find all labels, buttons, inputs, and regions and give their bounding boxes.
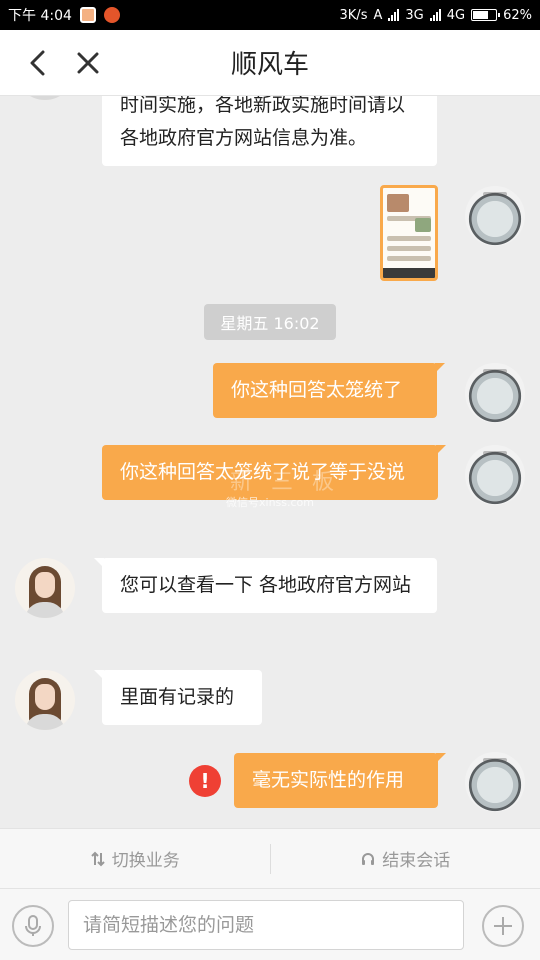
- status-bar: 下午 4:04 3K/s A 3G 4G 62%: [0, 0, 540, 30]
- message-text: 你这种回答太笼统了: [231, 379, 403, 401]
- battery-level: 62%: [503, 7, 532, 23]
- message-bubble: 你这种回答太笼统了: [213, 363, 445, 418]
- message-text: 毫无实际性的作用: [252, 769, 405, 791]
- signal-icon: [429, 9, 441, 21]
- message-bubble: 里面有记录的: [94, 670, 262, 725]
- chat-area[interactable]: 时间实施，各地新政实施时间请以各地政府官方网站信息为准。 星期五 16:02 你…: [0, 96, 540, 828]
- plus-icon: [494, 917, 512, 935]
- app-notification-icon: [79, 7, 96, 23]
- headset-icon: [362, 852, 375, 865]
- avatar: [465, 445, 525, 505]
- avatar: [15, 96, 75, 100]
- battery-icon: [471, 9, 501, 21]
- header: 顺风车: [0, 30, 540, 96]
- voice-button[interactable]: [12, 905, 54, 947]
- avatar: [465, 186, 525, 246]
- action-bar: 切换业务 结束会话: [0, 828, 540, 888]
- message-bubble: 毫无实际性的作用: [234, 753, 446, 808]
- network-3g: 3G: [405, 7, 424, 23]
- end-session-button[interactable]: 结束会话: [271, 846, 540, 871]
- message-text: 里面有记录的: [120, 686, 235, 708]
- message-bubble: 时间实施，各地新政实施时间请以各地政府官方网站信息为准。: [102, 96, 437, 166]
- network-speed: 3K/s: [339, 7, 368, 23]
- microphone-icon: [25, 915, 41, 936]
- switch-service-label: 切换业务: [111, 851, 180, 871]
- message-bubble: 您可以查看一下 各地政府官方网站: [94, 558, 437, 613]
- avatar: [15, 558, 75, 618]
- switch-service-button[interactable]: 切换业务: [0, 846, 270, 871]
- status-time: 下午 4:04: [8, 8, 72, 24]
- message-text: 您可以查看一下 各地政府官方网站: [120, 574, 412, 596]
- end-session-label: 结束会话: [382, 851, 451, 871]
- avatar: [465, 752, 525, 812]
- page-title: 顺风车: [230, 50, 309, 80]
- message-text: 时间实施，各地新政实施时间请以各地政府官方网站信息为准。: [120, 96, 406, 149]
- resend-error-icon[interactable]: !: [189, 765, 221, 797]
- timestamp: 星期五 16:02: [204, 304, 336, 340]
- avatar: [15, 670, 75, 730]
- network-4g: 4G: [446, 7, 466, 23]
- avatar: [465, 363, 525, 423]
- wifi-icon: A: [373, 7, 383, 23]
- app-notification-icon: [103, 7, 120, 23]
- more-button[interactable]: [482, 905, 524, 947]
- swap-icon: [91, 851, 105, 866]
- message-text: 你这种回答太笼统了说了等于没说: [120, 461, 406, 483]
- signal-icon: [388, 9, 400, 21]
- message-bubble: 你这种回答太笼统了说了等于没说: [102, 445, 446, 500]
- message-image[interactable]: [380, 185, 438, 281]
- input-bar: [0, 888, 540, 960]
- message-input[interactable]: [68, 900, 464, 950]
